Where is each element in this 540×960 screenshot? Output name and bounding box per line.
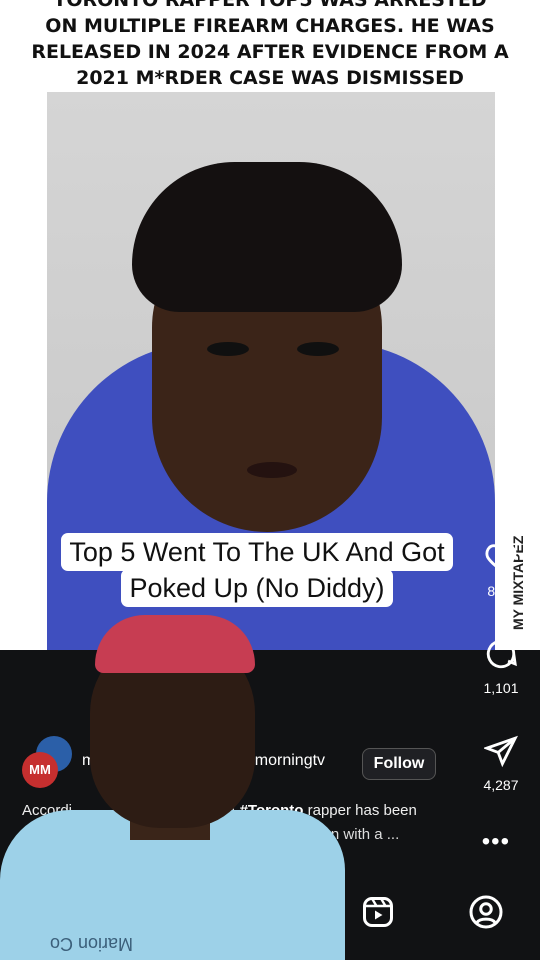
headline-text: TORONTO RAPPER TOP5 WAS ARRESTED ON MULT…: [0, 0, 540, 95]
bottom-nav: [345, 880, 540, 960]
share-icon: [482, 735, 518, 768]
share-button[interactable]: 4,287: [470, 734, 532, 793]
share-count: 4,287: [483, 777, 519, 793]
headline-line-3: RELEASED IN 2024 AFTER EVIDENCE FROM A: [31, 41, 509, 63]
headline-line-2: ON MULTIPLE FIREARM CHARGES. HE WAS: [45, 15, 495, 37]
overlay-presenter: Marion Co: [0, 615, 345, 960]
like-button[interactable]: 8,6..: [470, 540, 532, 599]
caption-line-2: Poked Up (No Diddy): [121, 569, 393, 607]
profile-icon[interactable]: [468, 894, 504, 930]
left-eye: [207, 342, 249, 356]
headline-line-1: TORONTO RAPPER TOP5 WAS ARRESTED: [53, 0, 487, 11]
post-image[interactable]: TORONTO RAPPER TOP5 WAS ARRESTED ON MULT…: [0, 0, 540, 650]
hair: [132, 162, 402, 312]
heart-icon: [485, 544, 517, 572]
follow-button[interactable]: Follow: [362, 748, 436, 780]
comment-button[interactable]: 1,101: [470, 637, 532, 696]
right-eye: [297, 342, 339, 356]
caption-line-1: Top 5 Went To The UK And Got: [61, 533, 453, 571]
reels-icon[interactable]: [360, 894, 396, 930]
video-caption: Top 5 Went To The UK And Got Poked Up (N…: [29, 533, 485, 607]
comment-count: 1,101: [483, 680, 519, 696]
shirt-text: Marion Co: [50, 934, 134, 954]
mouth: [247, 462, 297, 478]
comment-icon: [486, 639, 517, 669]
presenter-durag: [95, 615, 255, 673]
like-count: 8,6..: [487, 583, 515, 599]
more-icon[interactable]: •••: [482, 828, 510, 856]
headline-line-4: 2021 M*RDER CASE WAS DISMISSED: [76, 67, 464, 89]
